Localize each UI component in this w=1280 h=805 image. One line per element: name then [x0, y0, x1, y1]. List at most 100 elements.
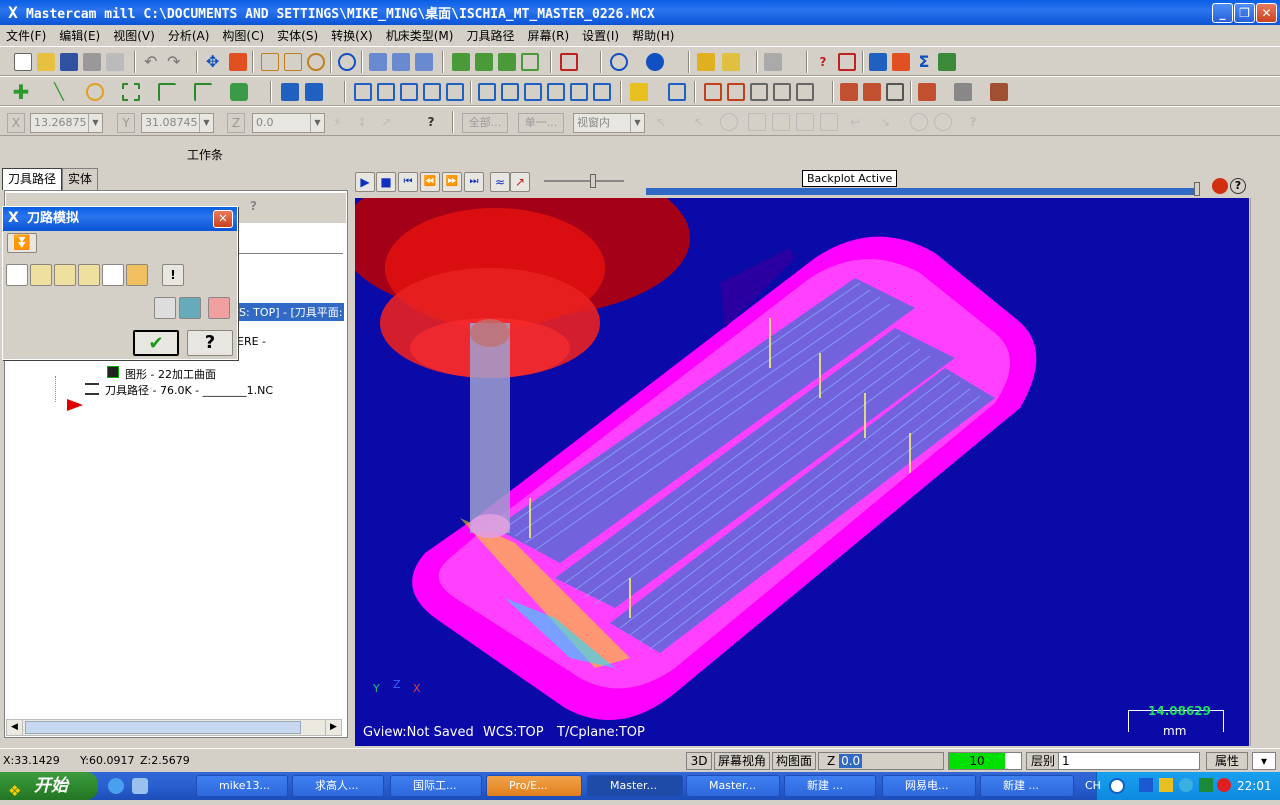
repaint-icon[interactable]	[229, 53, 247, 71]
select-unselect-icon[interactable]	[934, 113, 952, 131]
stretch-icon[interactable]	[668, 83, 686, 101]
progress-bar[interactable]	[646, 188, 1198, 195]
open-file-icon[interactable]	[37, 53, 55, 71]
zoom-in-icon[interactable]	[307, 53, 325, 71]
y-coord-field[interactable]: 31.08745 ▼	[141, 113, 214, 133]
view-front-icon[interactable]	[392, 53, 410, 71]
tray-arrow-icon[interactable]	[1109, 778, 1125, 794]
help-icon[interactable]: ?	[422, 113, 440, 131]
scale-icon[interactable]	[423, 83, 441, 101]
tree-geometry-row[interactable]: 图形 - 22加工曲面	[125, 366, 216, 382]
trim-icon[interactable]	[281, 83, 299, 101]
chamfer-icon[interactable]	[158, 83, 176, 101]
table-grid-icon[interactable]	[704, 83, 722, 101]
sphere-icon[interactable]	[646, 53, 664, 71]
dialog-close-button[interactable]: ✕	[213, 210, 233, 228]
tree-machine-group-row[interactable]: S: TOP] - [刀具平面:	[237, 303, 345, 321]
track-mode-icon[interactable]: ≈	[490, 172, 510, 192]
help-query-icon[interactable]: ?	[814, 53, 832, 71]
menu-xform[interactable]: 转换(X)	[325, 27, 380, 44]
break-icon[interactable]	[305, 83, 323, 101]
taskbar-item-4[interactable]: Pro/E...	[486, 775, 582, 797]
hide-icon[interactable]	[869, 53, 887, 71]
status-dropdown[interactable]: ▾	[1252, 752, 1276, 770]
step-back-icon[interactable]: ⏪	[420, 172, 440, 192]
print-preview-icon[interactable]	[106, 53, 124, 71]
menu-screen[interactable]: 屏幕(R)	[521, 27, 576, 44]
iso-view-icon[interactable]	[452, 53, 470, 71]
levels-icon[interactable]	[938, 53, 956, 71]
taskbar-item-8[interactable]: 网易电...	[882, 775, 976, 797]
options-icon[interactable]	[1212, 178, 1228, 194]
language-indicator[interactable]: CH	[1085, 779, 1101, 792]
solid-cylinder-icon[interactable]	[230, 83, 248, 101]
taskbar-item-6[interactable]: Master...	[686, 775, 780, 797]
taskbar-item-7[interactable]: 新建 ...	[784, 775, 876, 797]
tree-toolpath-row[interactable]: 刀具路径 - 76.0K - ________1.NC	[105, 382, 273, 398]
tray-ime-icon[interactable]	[1179, 778, 1193, 792]
select-single-button[interactable]: 单一...	[518, 113, 564, 133]
display-holder-icon[interactable]	[54, 264, 76, 286]
array-icon[interactable]	[547, 83, 565, 101]
select-help-icon[interactable]: ?	[964, 113, 982, 131]
display-rapid-icon[interactable]	[78, 264, 100, 286]
measure-icon[interactable]	[697, 53, 715, 71]
menu-create[interactable]: 构图(C)	[216, 27, 271, 44]
expand-icon[interactable]: ⏬	[7, 233, 37, 253]
select-vector-icon[interactable]	[772, 113, 790, 131]
start-button[interactable]: ❖ 开始	[0, 772, 98, 800]
fillet-icon[interactable]	[122, 83, 140, 101]
level-button[interactable]: 层别	[1026, 752, 1060, 770]
info-icon[interactable]: !	[162, 264, 184, 286]
scroll-thumb[interactable]	[25, 721, 301, 734]
screen-view-button[interactable]: 屏幕视角	[714, 752, 770, 770]
tree-horizontal-scrollbar[interactable]: ◀ ▶	[6, 719, 342, 736]
tray-antivirus-icon[interactable]	[1217, 778, 1231, 792]
project-icon[interactable]	[501, 83, 519, 101]
view-side-icon[interactable]	[415, 53, 433, 71]
tree-stock-row[interactable]: ERE -	[237, 335, 266, 348]
line-icon[interactable]: ╲	[50, 83, 68, 101]
display-entity-icon[interactable]	[102, 264, 124, 286]
menu-edit[interactable]: 编辑(E)	[53, 27, 107, 44]
zoom-window-icon[interactable]	[261, 53, 279, 71]
gview-icon[interactable]	[610, 53, 628, 71]
tool-holder-icon[interactable]	[990, 83, 1008, 101]
mirror-icon[interactable]	[400, 83, 418, 101]
rotate-icon[interactable]	[377, 83, 395, 101]
speed-slider[interactable]	[544, 180, 624, 182]
cplane-button[interactable]: 构图面	[772, 752, 816, 770]
wire-view-cube-icon[interactable]	[521, 53, 539, 71]
menu-view[interactable]: 视图(V)	[107, 27, 162, 44]
ok-button[interactable]: ✔	[133, 330, 179, 356]
text-icon[interactable]	[593, 83, 611, 101]
menu-analyze[interactable]: 分析(A)	[162, 27, 217, 44]
select-all-button[interactable]: 全部...	[462, 113, 508, 133]
translate-icon[interactable]	[354, 83, 372, 101]
insert-arrow-icon[interactable]	[65, 397, 85, 413]
to-start-icon[interactable]: ⏮	[398, 172, 418, 192]
tray-app-icon[interactable]	[1199, 778, 1213, 792]
select-circle-icon[interactable]	[720, 113, 738, 131]
color-selector[interactable]: 10	[948, 752, 1022, 770]
tool-icon[interactable]	[764, 53, 782, 71]
x-coord-field[interactable]: 13.26875 ▼	[30, 113, 103, 133]
zoom-fit-icon[interactable]	[284, 53, 302, 71]
quicklaunch-ie-icon[interactable]	[108, 778, 124, 794]
backplot-help-icon[interactable]: ?	[1230, 178, 1246, 194]
zoom-out-icon[interactable]	[338, 53, 356, 71]
select-chain-icon[interactable]: ↖	[694, 113, 712, 131]
taskbar-item-2[interactable]: 求高人...	[292, 775, 384, 797]
align-icon[interactable]	[524, 83, 542, 101]
menu-help[interactable]: 帮助(H)	[626, 27, 681, 44]
select-verify-icon[interactable]: ↘	[880, 113, 898, 131]
menu-toolpaths[interactable]: 刀具路径	[460, 27, 521, 44]
to-end-icon[interactable]: ⏭	[464, 172, 484, 192]
tray-warning-icon[interactable]	[1159, 778, 1173, 792]
progress-slider-thumb[interactable]	[1194, 182, 1200, 196]
menu-settings[interactable]: 设置(I)	[576, 27, 626, 44]
select-last-icon[interactable]: ↩	[850, 113, 868, 131]
taskbar-item-5[interactable]: Master...	[587, 775, 683, 797]
taskbar-item-1[interactable]: mike13...	[196, 775, 288, 797]
minimize-button[interactable]: _	[1212, 3, 1233, 23]
